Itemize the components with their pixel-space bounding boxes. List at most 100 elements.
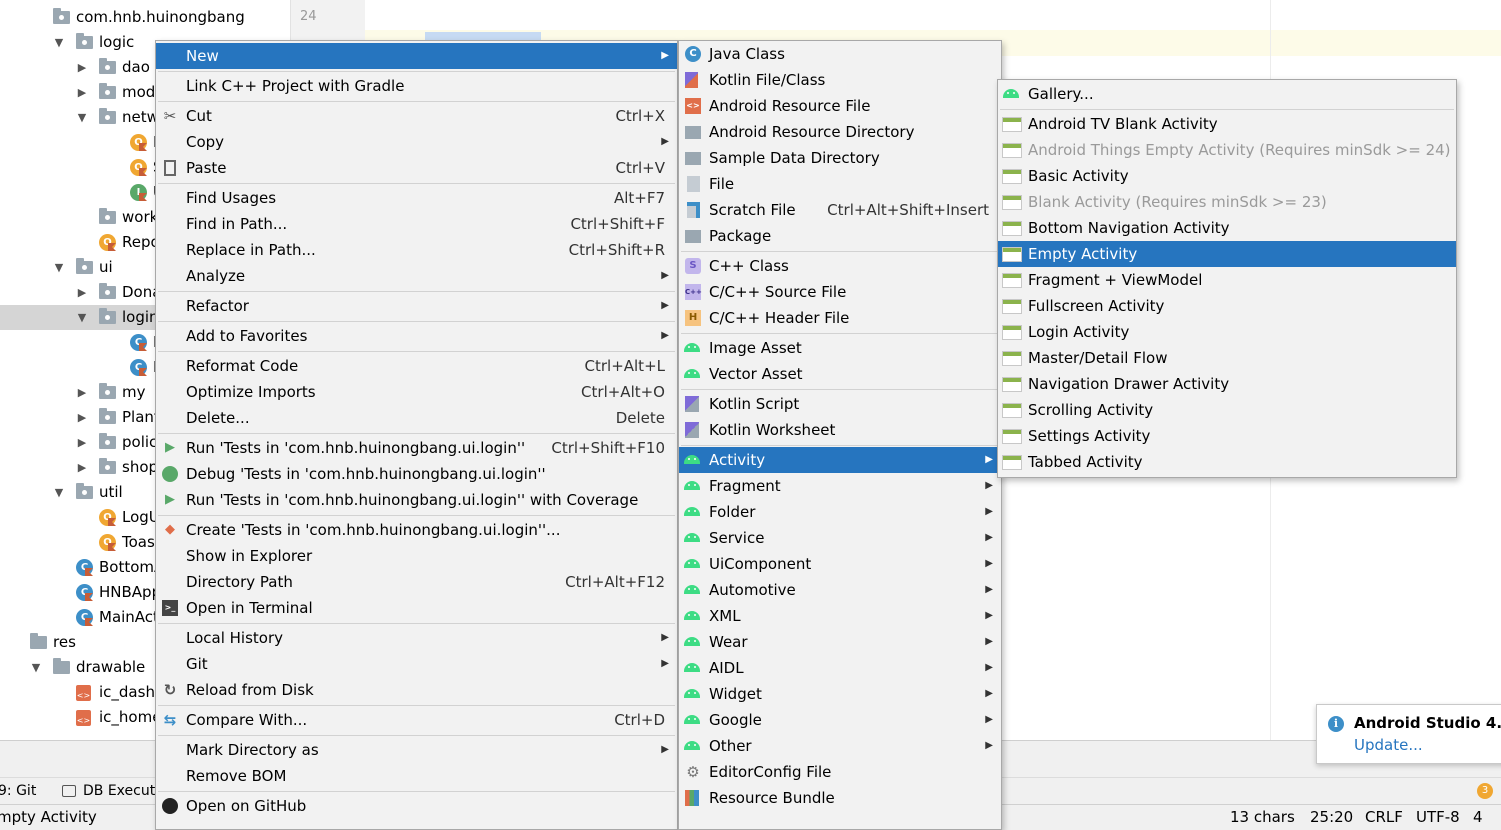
ctx-local-history[interactable]: Local History ▶ <box>156 625 677 651</box>
activity-navigation-drawer-activity[interactable]: Navigation Drawer Activity <box>998 371 1456 397</box>
new-aidl[interactable]: AIDL ▶ <box>679 655 1001 681</box>
activity-android-tv-blank-activity[interactable]: Android TV Blank Activity <box>998 111 1456 137</box>
ctx-reload-from-disk[interactable]: ↻ Reload from Disk <box>156 677 677 703</box>
new-widget[interactable]: Widget ▶ <box>679 681 1001 707</box>
ctx-copy[interactable]: Copy ▶ <box>156 129 677 155</box>
event-log-badge[interactable]: 3 <box>1477 783 1493 799</box>
new-scratch-file[interactable]: Scratch File Ctrl+Alt+Shift+Insert <box>679 197 1001 223</box>
new-editorconfig-file[interactable]: ⚙ EditorConfig File <box>679 759 1001 785</box>
ctx-add-to-favorites[interactable]: Add to Favorites ▶ <box>156 323 677 349</box>
ctx-analyze[interactable]: Analyze ▶ <box>156 263 677 289</box>
new-service[interactable]: Service ▶ <box>679 525 1001 551</box>
expand-arrow-icon[interactable]: ▼ <box>75 105 89 130</box>
new-folder[interactable]: Folder ▶ <box>679 499 1001 525</box>
new-xml[interactable]: XML ▶ <box>679 603 1001 629</box>
ctx-link-c-project-with-gradle[interactable]: Link C++ Project with Gradle <box>156 73 677 99</box>
activity-fullscreen-activity[interactable]: Fullscreen Activity <box>998 293 1456 319</box>
new-image-asset[interactable]: Image Asset <box>679 335 1001 361</box>
new-wear[interactable]: Wear ▶ <box>679 629 1001 655</box>
activity-fragment-viewmodel[interactable]: Fragment + ViewModel <box>998 267 1456 293</box>
status-indent[interactable]: 4 sp <box>1473 805 1501 830</box>
ctx-show-in-explorer[interactable]: Show in Explorer <box>156 543 677 569</box>
folder-icon <box>685 126 701 139</box>
ctx-optimize-imports[interactable]: Optimize Imports Ctrl+Alt+O <box>156 379 677 405</box>
new-c-c-source-file[interactable]: C++ C/C++ Source File <box>679 279 1001 305</box>
activity-empty-activity[interactable]: Empty Activity <box>998 241 1456 267</box>
ctx-cut[interactable]: ✂ Cut Ctrl+X <box>156 103 677 129</box>
expand-arrow-icon[interactable]: ▼ <box>52 30 66 55</box>
activity-login-activity[interactable]: Login Activity <box>998 319 1456 345</box>
ctx-directory-path[interactable]: Directory Path Ctrl+Alt+F12 <box>156 569 677 595</box>
ctx-run-tests-in-com-hnb-huinongbang-ui-logi[interactable]: ▶ Run 'Tests in 'com.hnb.huinongbang.ui.l… <box>156 487 677 513</box>
new-vector-asset[interactable]: Vector Asset <box>679 361 1001 387</box>
menu-item-label: Fragment <box>709 477 781 495</box>
tab-db-execution[interactable]: DB Executi <box>83 778 159 804</box>
ctx-compare-with[interactable]: ⇆ Compare With... Ctrl+D <box>156 707 677 733</box>
ctx-reformat-code[interactable]: Reformat Code Ctrl+Alt+L <box>156 353 677 379</box>
collapse-arrow-icon[interactable]: ▶ <box>75 280 89 305</box>
new-sample-data-directory[interactable]: Sample Data Directory <box>679 145 1001 171</box>
menu-item-label: AIDL <box>709 659 744 677</box>
ctx-remove-bom[interactable]: Remove BOM <box>156 763 677 789</box>
new-c-c-header-file[interactable]: H C/C++ Header File <box>679 305 1001 331</box>
expand-arrow-icon[interactable]: ▼ <box>75 305 89 330</box>
ctx-find-in-path[interactable]: Find in Path... Ctrl+Shift+F <box>156 211 677 237</box>
tab-git[interactable]: 9: Git <box>0 778 36 804</box>
activity-settings-activity[interactable]: Settings Activity <box>998 423 1456 449</box>
ctx-create-tests-in-com-hnb-huinongbang-ui-l[interactable]: ◆ Create 'Tests in 'com.hnb.huinongbang.u… <box>156 517 677 543</box>
new-resource-bundle[interactable]: Resource Bundle <box>679 785 1001 811</box>
status-encoding[interactable]: UTF-8 <box>1416 805 1460 830</box>
new-kotlin-script[interactable]: Kotlin Script <box>679 391 1001 417</box>
ctx-paste[interactable]: Paste Ctrl+V <box>156 155 677 181</box>
ctx-open-on-github[interactable]: Open on GitHub <box>156 793 677 819</box>
new-android-resource-directory[interactable]: Android Resource Directory <box>679 119 1001 145</box>
collapse-arrow-icon[interactable]: ▶ <box>75 405 89 430</box>
ctx-replace-in-path[interactable]: Replace in Path... Ctrl+Shift+R <box>156 237 677 263</box>
new-c-class[interactable]: S C++ Class <box>679 253 1001 279</box>
activity-bottom-navigation-activity[interactable]: Bottom Navigation Activity <box>998 215 1456 241</box>
ctx-new[interactable]: New ▶ <box>156 43 677 69</box>
new-activity[interactable]: Activity ▶ <box>679 447 1001 473</box>
collapse-arrow-icon[interactable]: ▶ <box>75 380 89 405</box>
activity-master-detail-flow[interactable]: Master/Detail Flow <box>998 345 1456 371</box>
activity-scrolling-activity[interactable]: Scrolling Activity <box>998 397 1456 423</box>
new-java-class[interactable]: C Java Class <box>679 41 1001 67</box>
new-package[interactable]: Package <box>679 223 1001 249</box>
collapse-arrow-icon[interactable]: ▶ <box>75 55 89 80</box>
collapse-arrow-icon[interactable]: ▶ <box>75 80 89 105</box>
menu-item-label: Resource Bundle <box>709 789 835 807</box>
ctx-git[interactable]: Git ▶ <box>156 651 677 677</box>
ctx-find-usages[interactable]: Find Usages Alt+F7 <box>156 185 677 211</box>
collapse-arrow-icon[interactable]: ▶ <box>75 455 89 480</box>
status-line-separator[interactable]: CRLF <box>1365 805 1403 830</box>
new-automotive[interactable]: Automotive ▶ <box>679 577 1001 603</box>
update-link[interactable]: Update... <box>1354 736 1423 754</box>
ctx-open-in-terminal[interactable]: >_ Open in Terminal <box>156 595 677 621</box>
ctx-debug-tests-in-com-hnb-huinongbang-ui-lo[interactable]: Debug 'Tests in 'com.hnb.huinongbang.ui.… <box>156 461 677 487</box>
new-other[interactable]: Other ▶ <box>679 733 1001 759</box>
expand-arrow-icon[interactable]: ▼ <box>29 655 43 680</box>
expand-arrow-icon[interactable]: ▼ <box>52 255 66 280</box>
activity-tabbed-activity[interactable]: Tabbed Activity <box>998 449 1456 475</box>
new-kotlin-worksheet[interactable]: Kotlin Worksheet <box>679 417 1001 443</box>
activity-basic-activity[interactable]: Basic Activity <box>998 163 1456 189</box>
ctx-delete[interactable]: Delete... Delete <box>156 405 677 431</box>
collapse-arrow-icon[interactable]: ▶ <box>75 430 89 455</box>
activity-android-things-empty-activity-requires-m[interactable]: Android Things Empty Activity (Requires … <box>998 137 1456 163</box>
activity-gallery[interactable]: Gallery... <box>998 81 1456 107</box>
update-notification[interactable]: i Android Studio 4.1.2 Update... <box>1316 704 1501 764</box>
status-position[interactable]: 25:20 <box>1310 805 1353 830</box>
new-google[interactable]: Google ▶ <box>679 707 1001 733</box>
activity-blank-activity-requires-minsdk-23[interactable]: Blank Activity (Requires minSdk >= 23) <box>998 189 1456 215</box>
kotlin-file-icon <box>685 72 698 88</box>
ctx-refactor[interactable]: Refactor ▶ <box>156 293 677 319</box>
ctx-mark-directory-as[interactable]: Mark Directory as ▶ <box>156 737 677 763</box>
new-kotlin-file-class[interactable]: Kotlin File/Class <box>679 67 1001 93</box>
new-android-resource-file[interactable]: <> Android Resource File <box>679 93 1001 119</box>
expand-arrow-icon[interactable]: ▼ <box>52 480 66 505</box>
tree-item[interactable]: com.hnb.huinongbang <box>0 5 290 30</box>
ctx-run-tests-in-com-hnb-huinongbang-ui-logi[interactable]: ▶ Run 'Tests in 'com.hnb.huinongbang.ui.l… <box>156 435 677 461</box>
new-file[interactable]: File <box>679 171 1001 197</box>
new-uicomponent[interactable]: UiComponent ▶ <box>679 551 1001 577</box>
new-fragment[interactable]: Fragment ▶ <box>679 473 1001 499</box>
